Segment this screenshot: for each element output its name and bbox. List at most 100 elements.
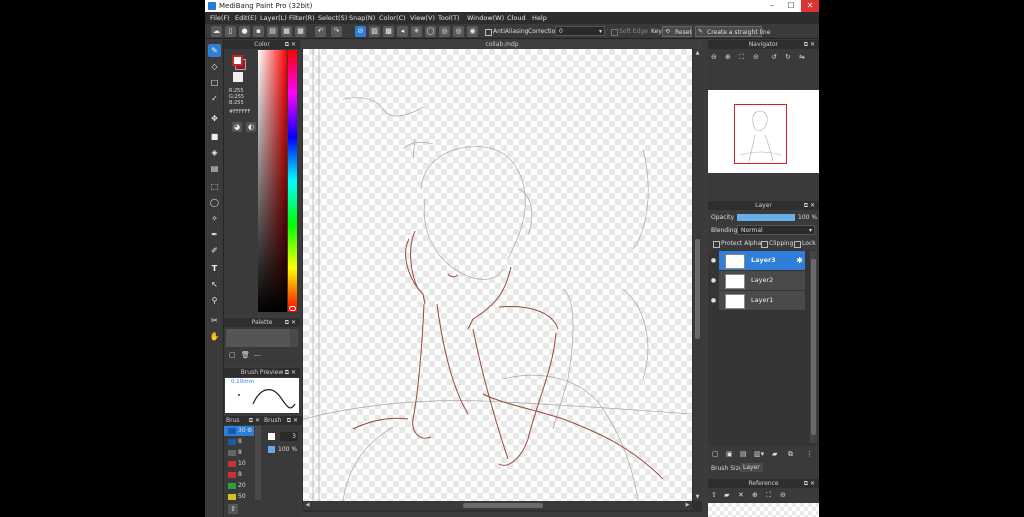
- duplicate-layer-icon[interactable]: ⧉: [788, 450, 793, 459]
- select-tool-icon[interactable]: ⬚: [208, 180, 221, 193]
- horizontal-scrollbar[interactable]: ◀ ▶: [303, 501, 692, 510]
- reference-view[interactable]: [708, 503, 819, 517]
- scroll-left-icon[interactable]: ◀: [304, 502, 311, 509]
- color-mode-icon[interactable]: ◕: [232, 122, 242, 132]
- trash-icon[interactable]: 🗑: [241, 351, 250, 359]
- reference-folder-icon[interactable]: ▰: [724, 491, 729, 499]
- panel-tool-icon[interactable]: ✂: [208, 314, 221, 327]
- brush-list-scrollbar[interactable]: [255, 426, 261, 500]
- brush-size-value[interactable]: 8: [238, 471, 242, 478]
- vertical-scrollbar[interactable]: ▲ ▼: [693, 49, 702, 501]
- add-palette-icon[interactable]: ▢: [229, 351, 236, 359]
- minimize-button[interactable]: –: [763, 0, 781, 12]
- tab-layer[interactable]: Layer: [740, 463, 763, 472]
- snap-radial-icon[interactable]: ✳: [411, 26, 422, 37]
- scroll-up-icon[interactable]: ▲: [694, 50, 701, 56]
- protect-alpha-checkbox[interactable]: [713, 241, 720, 248]
- primary-color-swatch[interactable]: [232, 55, 243, 66]
- grid-icon[interactable]: ▦: [281, 26, 292, 37]
- menu-file[interactable]: File(F): [210, 12, 230, 24]
- magic-wand-tool-icon[interactable]: ✧: [208, 212, 221, 225]
- new-layer-icon[interactable]: ▢: [712, 450, 719, 458]
- saturation-value-picker[interactable]: [258, 50, 287, 312]
- new-halftone-layer-icon[interactable]: ▣: [726, 450, 733, 458]
- panel-controls-icon[interactable]: ⧉✕: [287, 416, 300, 425]
- snap-cross-icon[interactable]: ▩: [383, 26, 394, 37]
- scroll-right-icon[interactable]: ▶: [684, 502, 691, 509]
- layer-menu-icon[interactable]: ⋮: [806, 450, 813, 458]
- panel-controls-icon[interactable]: ⧉✕: [804, 40, 817, 49]
- brush-size-value[interactable]: 8: [238, 438, 242, 445]
- folder-icon[interactable]: ▰: [772, 450, 777, 458]
- no-snap-icon[interactable]: ⊘: [355, 26, 366, 37]
- clipping-checkbox[interactable]: [761, 241, 768, 248]
- visibility-eye-icon[interactable]: ●: [709, 271, 718, 290]
- hue-slider[interactable]: [288, 50, 297, 312]
- layer-row[interactable]: Layer1: [719, 291, 805, 311]
- flip-icon[interactable]: ⇋: [799, 53, 805, 61]
- brush-size-value[interactable]: 20: [238, 482, 246, 489]
- snap-circle-icon[interactable]: ◯: [425, 26, 436, 37]
- brush-tool-icon[interactable]: ✎: [208, 44, 221, 57]
- menu-edit[interactable]: Edit(E): [235, 12, 257, 24]
- new-file-icon[interactable]: ▯: [225, 26, 236, 37]
- rotate-right-icon[interactable]: ↻: [785, 53, 791, 61]
- panel-controls-icon[interactable]: ⧉✕: [804, 201, 817, 210]
- correction-select[interactable]: 0 ▾: [555, 26, 605, 36]
- navigator-preview[interactable]: [708, 90, 819, 173]
- text-tool-icon[interactable]: T: [208, 262, 221, 275]
- zoom-in-icon[interactable]: ⊕: [725, 53, 731, 61]
- reference-zoom-out-icon[interactable]: ⊖: [780, 491, 786, 499]
- undo-icon[interactable]: ↶: [315, 26, 326, 37]
- palette-swatches[interactable]: [226, 329, 290, 347]
- tab-brush-size[interactable]: Brush Size: [711, 465, 743, 472]
- snap-parallel-icon[interactable]: ▨: [369, 26, 380, 37]
- menu-select[interactable]: Select(S): [318, 12, 347, 24]
- scroll-down-icon[interactable]: ▼: [694, 494, 701, 500]
- panel-controls-icon[interactable]: ⧉✕: [249, 416, 262, 425]
- maximize-button[interactable]: ☐: [782, 0, 800, 12]
- panel-controls-icon[interactable]: ⧉✕: [285, 368, 298, 377]
- menu-layer[interactable]: Layer(L): [260, 12, 287, 24]
- gear-icon[interactable]: ⚙: [247, 427, 252, 434]
- panel-controls-icon[interactable]: ⧉✕: [804, 479, 817, 488]
- zoom-out-icon[interactable]: ⊖: [711, 53, 717, 61]
- reference-fit-icon[interactable]: ⛶: [766, 491, 771, 500]
- new-8bit-layer-icon[interactable]: ▤: [740, 450, 747, 458]
- brush-opacity-value[interactable]: 100 %: [278, 446, 297, 453]
- brush-size-value[interactable]: 10: [238, 460, 246, 467]
- rotate-left-icon[interactable]: ↺: [771, 53, 777, 61]
- opacity-slider[interactable]: [737, 214, 795, 221]
- document-tab[interactable]: collab.mdp: [302, 40, 702, 49]
- vertical-scroll-thumb[interactable]: [695, 239, 700, 339]
- menu-view[interactable]: View(V): [410, 12, 435, 24]
- visibility-eye-icon[interactable]: ●: [709, 291, 718, 310]
- select-pen-tool-icon[interactable]: ✒: [208, 228, 221, 241]
- select-eraser-tool-icon[interactable]: ✐: [208, 244, 221, 257]
- brush-size-value[interactable]: 50: [238, 493, 246, 500]
- reference-zoom-in-icon[interactable]: ⊕: [752, 491, 758, 499]
- snap-ellipse-icon[interactable]: ◎: [453, 26, 464, 37]
- grid-alt-icon[interactable]: ▦: [295, 26, 306, 37]
- panel-controls-icon[interactable]: ⧉✕: [285, 318, 298, 327]
- menu-snap[interactable]: Snap(N): [349, 12, 375, 24]
- reset-button[interactable]: ⟲ Reset: [662, 26, 692, 37]
- menu-window[interactable]: Window(W): [467, 12, 504, 24]
- navigator-viewport[interactable]: [734, 104, 787, 164]
- menu-color[interactable]: Color(C): [379, 12, 406, 24]
- lock-checkbox[interactable]: [794, 241, 801, 248]
- actual-size-icon[interactable]: ⊝: [753, 53, 759, 61]
- move-tool-icon[interactable]: ✥: [208, 112, 221, 125]
- palette-scrollbar[interactable]: [290, 329, 298, 347]
- color-wheel-icon[interactable]: ◐: [246, 122, 256, 132]
- menu-cloud[interactable]: Cloud: [507, 12, 526, 24]
- close-button[interactable]: ✕: [801, 0, 819, 12]
- snap-vanishing-icon[interactable]: ◂: [397, 26, 408, 37]
- gradient-tool-icon[interactable]: ▤: [208, 162, 221, 175]
- operation-tool-icon[interactable]: ↖: [208, 278, 221, 291]
- snap-concentric-icon[interactable]: ◉: [467, 26, 478, 37]
- menu-help[interactable]: Help: [532, 12, 547, 24]
- snap-curve-icon[interactable]: ◎: [439, 26, 450, 37]
- straight-line-button[interactable]: ✎ Create a straight line: [695, 26, 770, 37]
- shape-tool-icon[interactable]: ■: [208, 130, 221, 143]
